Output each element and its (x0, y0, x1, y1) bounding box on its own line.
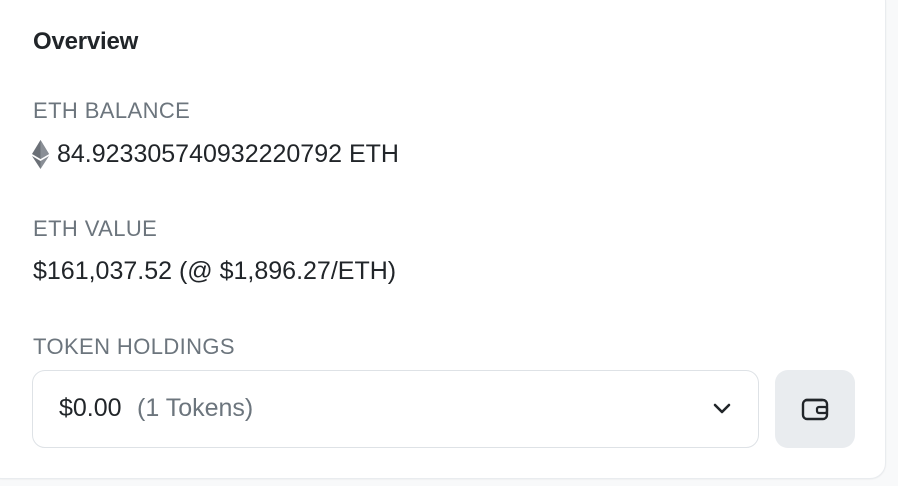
token-holdings-label: TOKEN HOLDINGS (33, 334, 236, 359)
eth-value-label: ETH VALUE (33, 216, 158, 241)
wallet-button[interactable] (775, 370, 855, 448)
wallet-icon (801, 398, 829, 421)
ethereum-icon (32, 140, 49, 169)
overview-title: Overview (33, 28, 139, 55)
eth-balance-label: ETH BALANCE (33, 98, 191, 123)
eth-value-amount: $161,037.52 (@ $1,896.27/ETH) (33, 257, 397, 285)
eth-balance-value: 84.923305740932220792 ETH (57, 140, 399, 168)
token-holdings-dropdown[interactable]: $0.00 (1 Tokens) (32, 370, 759, 448)
token-holdings-amount: $0.00 (59, 394, 122, 422)
token-holdings-count: (1 Tokens) (137, 394, 254, 422)
chevron-down-icon (713, 403, 731, 414)
